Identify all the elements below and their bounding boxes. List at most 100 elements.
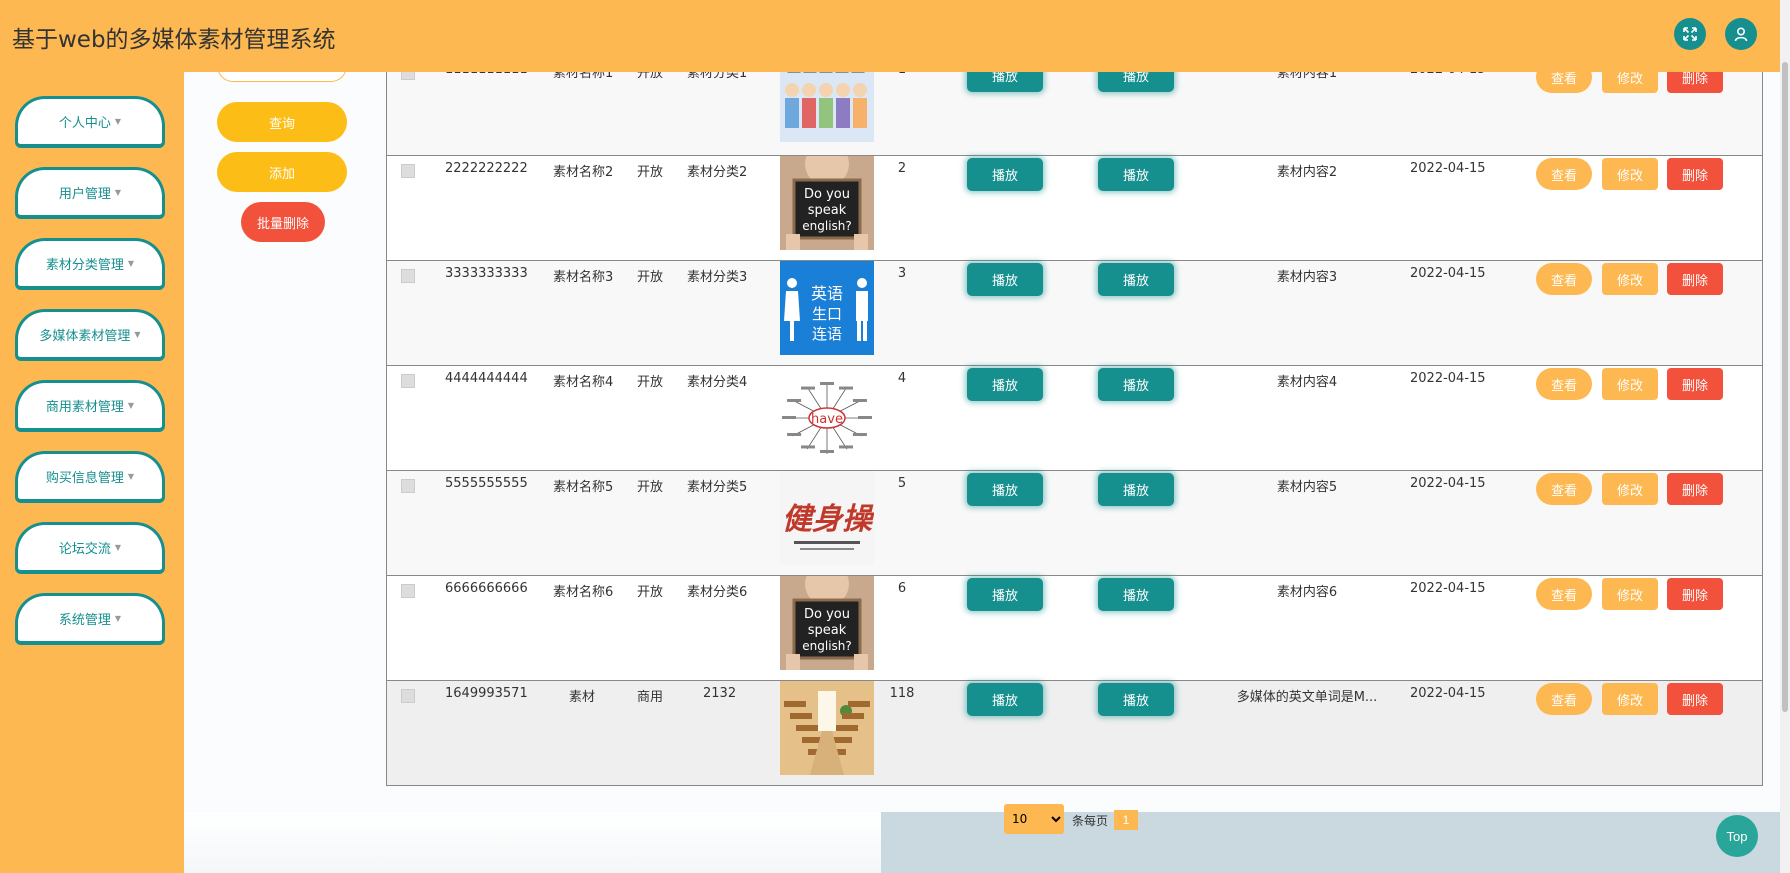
edit-button[interactable]: 修改 <box>1602 158 1658 190</box>
cell-id: 4444444444 <box>445 371 528 386</box>
sidebar-item-label: 用户管理 <box>58 187 111 202</box>
media-table: 1111111111 素材名称1 开放 素材分类1 HELLO 1 播放 播放 … <box>386 50 1763 786</box>
page-number-current[interactable]: 1 <box>1114 810 1138 830</box>
edit-button[interactable]: 修改 <box>1602 683 1658 715</box>
play-button[interactable]: 播放 <box>967 158 1043 191</box>
play-button[interactable]: 播放 <box>1098 473 1174 506</box>
fullscreen-button[interactable] <box>1674 18 1706 50</box>
view-button[interactable]: 查看 <box>1536 368 1592 400</box>
cell-date: 2022-04-15 <box>1410 371 1486 386</box>
sidebar-item-purchase-management[interactable]: 购买信息管理 ▼ <box>15 451 165 503</box>
cell-type: 开放 <box>637 165 664 180</box>
sidebar-item-category-management[interactable]: 素材分类管理 ▼ <box>15 238 165 290</box>
play-button[interactable]: 播放 <box>1098 683 1174 716</box>
user-avatar-button[interactable] <box>1725 18 1757 50</box>
play-button[interactable]: 播放 <box>967 263 1043 296</box>
play-button[interactable]: 播放 <box>1098 368 1174 401</box>
batch-delete-button[interactable]: 批量删除 <box>241 202 325 242</box>
query-button[interactable]: 查询 <box>217 102 347 142</box>
row-checkbox[interactable] <box>401 374 415 388</box>
cell-count: 5 <box>897 476 907 491</box>
scrollbar-thumb[interactable] <box>1782 62 1788 712</box>
view-button[interactable]: 查看 <box>1536 683 1592 715</box>
cell-count: 3 <box>897 266 907 281</box>
sidebar-item-label: 素材分类管理 <box>45 258 124 273</box>
svg-text:Do you: Do you <box>804 607 850 622</box>
cell-content: 素材内容6 <box>1276 585 1338 600</box>
cell-category: 素材分类3 <box>687 270 748 285</box>
caret-down-icon: ▼ <box>114 117 122 126</box>
cell-content: 素材内容3 <box>1276 270 1338 285</box>
delete-button[interactable]: 删除 <box>1667 368 1723 400</box>
cell-name: 素材名称4 <box>553 375 614 390</box>
delete-button[interactable]: 删除 <box>1667 473 1723 505</box>
caret-down-icon: ▼ <box>114 543 122 552</box>
cell-date: 2022-04-15 <box>1410 686 1486 701</box>
page-scrollbar[interactable] <box>1780 0 1790 873</box>
sidebar-item-commercial-management[interactable]: 商用素材管理 ▼ <box>15 380 165 432</box>
view-button[interactable]: 查看 <box>1536 578 1592 610</box>
play-button[interactable]: 播放 <box>967 368 1043 401</box>
cell-type: 开放 <box>637 480 664 495</box>
row-checkbox[interactable] <box>401 164 415 178</box>
caret-down-icon: ▼ <box>134 330 141 339</box>
top-header: 基于web的多媒体素材管理系统 <box>0 0 1780 72</box>
expand-icon <box>1683 27 1697 41</box>
play-button[interactable]: 播放 <box>1098 263 1174 296</box>
svg-text:连语: 连语 <box>812 325 842 343</box>
row-checkbox[interactable] <box>401 584 415 598</box>
play-button[interactable]: 播放 <box>1098 158 1174 191</box>
edit-button[interactable]: 修改 <box>1602 473 1658 505</box>
svg-text:生口: 生口 <box>812 305 842 323</box>
sidebar-item-user-management[interactable]: 用户管理 ▼ <box>15 167 165 219</box>
delete-button[interactable]: 删除 <box>1667 683 1723 715</box>
back-to-top-button[interactable]: Top <box>1716 815 1758 857</box>
delete-button[interactable]: 删除 <box>1667 158 1723 190</box>
row-checkbox[interactable] <box>401 479 415 493</box>
cell-thumbnail: have <box>780 366 874 460</box>
play-button[interactable]: 播放 <box>967 578 1043 611</box>
edit-button[interactable]: 修改 <box>1602 263 1658 295</box>
add-button[interactable]: 添加 <box>217 152 347 192</box>
cell-date: 2022-04-15 <box>1410 161 1486 176</box>
row-checkbox[interactable] <box>401 269 415 283</box>
view-button[interactable]: 查看 <box>1536 158 1592 190</box>
cell-category: 素材分类5 <box>687 480 748 495</box>
cell-category: 2132 <box>703 686 737 701</box>
cell-name: 素材名称6 <box>553 585 614 600</box>
page-size-select[interactable]: 102050 <box>1004 804 1064 834</box>
svg-text:Do you: Do you <box>804 187 850 202</box>
play-button[interactable]: 播放 <box>1098 578 1174 611</box>
play-button[interactable]: 播放 <box>967 473 1043 506</box>
view-button[interactable]: 查看 <box>1536 263 1592 295</box>
edit-button[interactable]: 修改 <box>1602 368 1658 400</box>
sidebar-item-label: 论坛交流 <box>58 542 111 557</box>
cell-type: 开放 <box>637 375 664 390</box>
edit-button[interactable]: 修改 <box>1602 578 1658 610</box>
delete-button[interactable]: 删除 <box>1667 578 1723 610</box>
table-row: 4444444444 素材名称4 开放 素材分类4 have 4 播放 播放 素… <box>387 365 1762 470</box>
view-button[interactable]: 查看 <box>1536 473 1592 505</box>
sidebar-item-personal-center[interactable]: 个人中心 ▼ <box>15 96 165 148</box>
sidebar: 个人中心 ▼ 用户管理 ▼ 素材分类管理 ▼ 多媒体素材管理 ▼ 商用素材管理 ▼ 购买信… <box>0 72 184 873</box>
sidebar-item-label: 商用素材管理 <box>45 400 124 415</box>
app-title: 基于web的多媒体素材管理系统 <box>12 27 336 53</box>
cell-count: 118 <box>889 686 915 701</box>
svg-text:english?: english? <box>802 219 852 233</box>
sidebar-item-media-management[interactable]: 多媒体素材管理 ▼ <box>15 309 165 361</box>
cell-date: 2022-04-15 <box>1410 581 1486 596</box>
row-checkbox[interactable] <box>401 689 415 703</box>
sidebar-item-label: 多媒体素材管理 <box>39 329 131 344</box>
table-row: 1649993571 素材 商用 2132 118 播放 播放 多媒体的英文单词… <box>387 680 1762 785</box>
cell-date: 2022-04-15 <box>1410 476 1486 491</box>
sidebar-item-forum[interactable]: 论坛交流 ▼ <box>15 522 165 574</box>
delete-button[interactable]: 删除 <box>1667 263 1723 295</box>
cell-count: 6 <box>897 581 907 596</box>
sidebar-item-label: 系统管理 <box>58 613 111 628</box>
sidebar-item-system-management[interactable]: 系统管理 ▼ <box>15 593 165 645</box>
cell-count: 4 <box>897 371 907 386</box>
cell-category: 素材分类4 <box>687 375 748 390</box>
table-row: 6666666666 素材名称6 开放 素材分类6 Do you speak eng… <box>387 575 1762 680</box>
cell-id: 5555555555 <box>445 476 528 491</box>
play-button[interactable]: 播放 <box>967 683 1043 716</box>
